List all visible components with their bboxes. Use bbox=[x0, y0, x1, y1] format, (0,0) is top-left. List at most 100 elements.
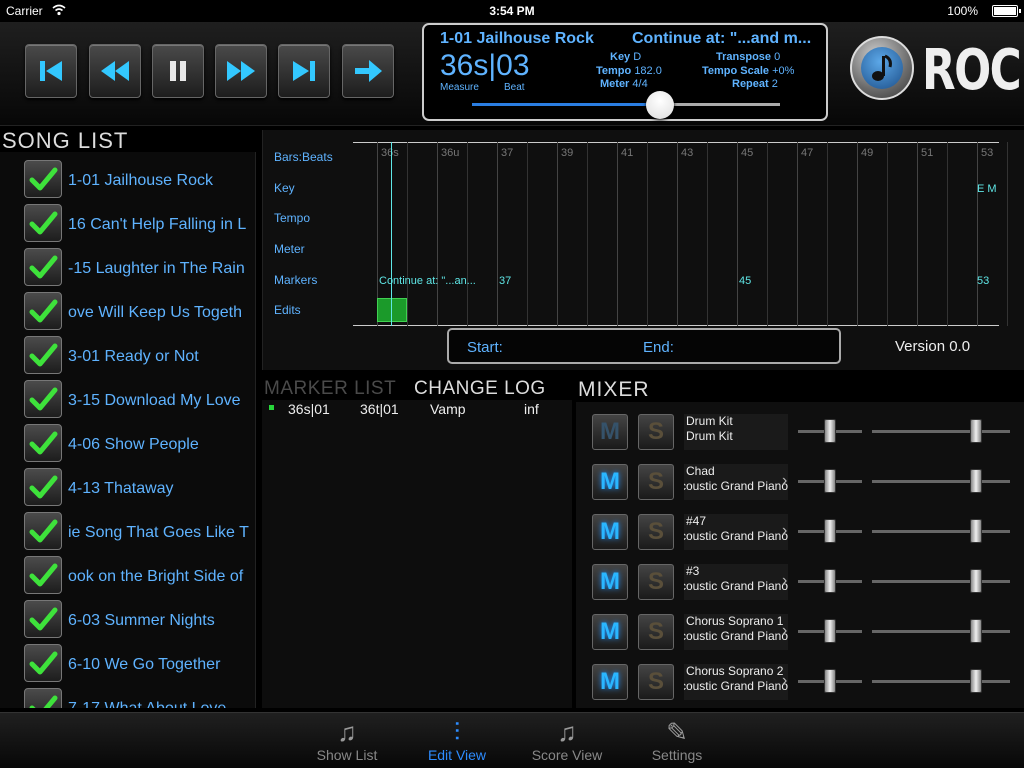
marker-tabs: MARKER LIST CHANGE LOG bbox=[262, 376, 572, 402]
song-checkbox[interactable] bbox=[24, 468, 62, 506]
volume-slider-track[interactable] bbox=[872, 430, 1010, 433]
mute-button[interactable]: M bbox=[592, 564, 628, 600]
skip-forward-button[interactable] bbox=[278, 44, 330, 98]
track-name[interactable]: #3Acoustic Grand Piano bbox=[684, 564, 788, 600]
timeline-marker[interactable]: Continue at: "...an... bbox=[379, 275, 476, 287]
checkmark-icon bbox=[29, 519, 58, 543]
chevron-right-icon[interactable]: › bbox=[782, 472, 787, 490]
timeline[interactable]: 36s 36u 37 39 41 43 45 47 49 51 53 Continue at: "..… bbox=[353, 142, 1008, 326]
pan-slider-knob[interactable] bbox=[824, 469, 836, 493]
track-name[interactable]: Drum Kit Drum Kit bbox=[684, 414, 788, 450]
mute-button[interactable]: M bbox=[592, 464, 628, 500]
checkmark-icon bbox=[29, 299, 58, 323]
track-name[interactable]: Chorus Soprano 2Acoustic Grand Piano bbox=[684, 664, 788, 700]
continue-button[interactable] bbox=[342, 44, 394, 98]
solo-button[interactable]: S bbox=[638, 664, 674, 700]
song-title: ove Will Keep Us Togeth bbox=[68, 304, 243, 321]
song-list-item[interactable]: -15 Laughter in The Rain bbox=[0, 244, 255, 288]
solo-button[interactable]: S bbox=[638, 414, 674, 450]
song-checkbox[interactable] bbox=[24, 336, 62, 374]
song-list-item[interactable]: 4-06 Show People bbox=[0, 420, 255, 464]
timeline-row-label: Markers bbox=[274, 273, 318, 287]
tab-edit-view[interactable]: ⫶ Edit View bbox=[412, 717, 502, 763]
volume-slider-knob[interactable] bbox=[970, 569, 982, 593]
tab-score-view[interactable]: ♫ Score View bbox=[522, 717, 612, 763]
mute-button[interactable]: M bbox=[592, 514, 628, 550]
pan-slider-knob[interactable] bbox=[824, 419, 836, 443]
tab-change-log[interactable]: CHANGE LOG bbox=[414, 378, 546, 400]
song-list-item[interactable]: 16 Can't Help Falling in L bbox=[0, 200, 255, 244]
volume-slider-track[interactable] bbox=[872, 530, 1010, 533]
position-slider-knob[interactable] bbox=[645, 91, 674, 119]
song-list-item[interactable]: 3-15 Download My Love bbox=[0, 376, 255, 420]
volume-slider-track[interactable] bbox=[872, 580, 1010, 583]
mute-button[interactable]: M bbox=[592, 614, 628, 650]
song-list-item[interactable]: 7-17 What About Love bbox=[0, 684, 255, 708]
continue-at-label: Continue at: "...and m... bbox=[632, 30, 812, 47]
chevron-right-icon[interactable]: › bbox=[782, 672, 787, 690]
pan-slider-knob[interactable] bbox=[824, 669, 836, 693]
song-checkbox[interactable] bbox=[24, 644, 62, 682]
volume-slider-knob[interactable] bbox=[970, 419, 982, 443]
start-end-field[interactable]: Start: End: bbox=[447, 328, 841, 364]
volume-slider-track[interactable] bbox=[872, 680, 1010, 683]
edit-region[interactable] bbox=[377, 298, 407, 322]
song-checkbox[interactable] bbox=[24, 248, 62, 286]
song-checkbox[interactable] bbox=[24, 556, 62, 594]
tab-settings[interactable]: ✎ Settings bbox=[632, 717, 722, 763]
song-checkbox[interactable] bbox=[24, 424, 62, 462]
song-checkbox[interactable] bbox=[24, 512, 62, 550]
song-checkbox[interactable] bbox=[24, 600, 62, 638]
solo-button[interactable]: S bbox=[638, 464, 674, 500]
chevron-right-icon[interactable]: › bbox=[782, 572, 787, 590]
logo-wordmark: ROCS bbox=[922, 38, 1024, 103]
pan-slider-knob[interactable] bbox=[824, 619, 836, 643]
skip-back-button[interactable] bbox=[25, 44, 77, 98]
song-list-item[interactable]: 4-13 Thataway bbox=[0, 464, 255, 508]
fast-forward-button[interactable] bbox=[215, 44, 267, 98]
chevron-right-icon[interactable]: › bbox=[782, 522, 787, 540]
song-list-item[interactable]: 3-01 Ready or Not bbox=[0, 332, 255, 376]
song-checkbox[interactable] bbox=[24, 292, 62, 330]
song-list-item[interactable]: 1-01 Jailhouse Rock bbox=[0, 156, 255, 200]
volume-slider-knob[interactable] bbox=[970, 669, 982, 693]
volume-slider-knob[interactable] bbox=[970, 619, 982, 643]
beat-gridline bbox=[407, 142, 408, 326]
mute-button[interactable]: M bbox=[592, 664, 628, 700]
song-list[interactable]: 1-01 Jailhouse Rock 16 Can't Help Falling… bbox=[0, 152, 256, 708]
song-title: 3-01 Ready or Not bbox=[68, 348, 199, 365]
track-name[interactable]: #47Acoustic Grand Piano bbox=[684, 514, 788, 550]
marker-list[interactable]: 36s|01 36t|01 Vamp inf bbox=[262, 400, 572, 708]
track-name[interactable]: Chorus Soprano 1Acoustic Grand Piano bbox=[684, 614, 788, 650]
tab-marker-list[interactable]: MARKER LIST bbox=[264, 378, 396, 400]
pause-button[interactable] bbox=[152, 44, 204, 98]
solo-button[interactable]: S bbox=[638, 564, 674, 600]
tab-show-list[interactable]: ♫ Show List bbox=[302, 717, 392, 763]
song-list-item[interactable]: ove Will Keep Us Togeth bbox=[0, 288, 255, 332]
volume-slider-track[interactable] bbox=[872, 630, 1010, 633]
track-name[interactable]: ChadAcoustic Grand Piano bbox=[684, 464, 788, 500]
timeline-marker[interactable]: 45 bbox=[739, 275, 751, 287]
pan-slider-knob[interactable] bbox=[824, 519, 836, 543]
timeline-marker[interactable]: 37 bbox=[499, 275, 511, 287]
song-list-item[interactable]: 6-10 We Go Together bbox=[0, 640, 255, 684]
pan-slider-knob[interactable] bbox=[824, 569, 836, 593]
solo-button[interactable]: S bbox=[638, 614, 674, 650]
mute-button[interactable]: M bbox=[592, 414, 628, 450]
song-checkbox[interactable] bbox=[24, 688, 62, 708]
song-checkbox[interactable] bbox=[24, 204, 62, 242]
song-list-item[interactable]: ook on the Bright Side of bbox=[0, 552, 255, 596]
rewind-button[interactable] bbox=[89, 44, 141, 98]
song-checkbox[interactable] bbox=[24, 380, 62, 418]
volume-slider-knob[interactable] bbox=[970, 519, 982, 543]
song-list-item[interactable]: 6-03 Summer Nights bbox=[0, 596, 255, 640]
position-slider[interactable] bbox=[472, 103, 780, 106]
timeline-marker[interactable]: 53 bbox=[977, 275, 989, 287]
solo-button[interactable]: S bbox=[638, 514, 674, 550]
chevron-right-icon[interactable]: › bbox=[782, 622, 787, 640]
song-list-item[interactable]: ie Song That Goes Like T bbox=[0, 508, 255, 552]
song-checkbox[interactable] bbox=[24, 160, 62, 198]
volume-slider-track[interactable] bbox=[872, 480, 1010, 483]
marker-row[interactable]: 36s|01 36t|01 Vamp inf bbox=[262, 400, 572, 420]
volume-slider-knob[interactable] bbox=[970, 469, 982, 493]
